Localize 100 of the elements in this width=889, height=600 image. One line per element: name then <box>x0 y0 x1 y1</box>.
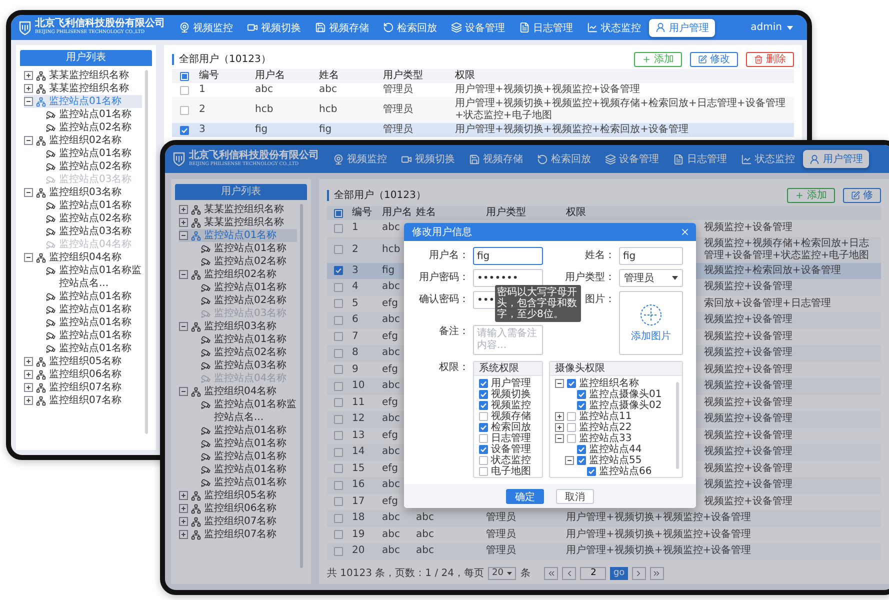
table-cell-text: abc <box>381 511 401 526</box>
table-cell-text: hcb <box>381 242 402 256</box>
table-cell-text: 视频监控+设备管理 <box>703 478 794 492</box>
table-cell-text: abc <box>381 346 401 360</box>
table-cell-text: 9 <box>351 362 360 377</box>
table-cell-text: 管理员 <box>485 544 517 558</box>
column-header: 用户名 <box>381 206 413 220</box>
table-cell-text: fig <box>254 123 269 137</box>
table-cell-text: 12 <box>351 412 366 426</box>
table-cell-text: abc <box>381 412 401 426</box>
table-cell-text: abc <box>381 280 401 294</box>
table-cell-text: efg <box>381 362 400 377</box>
table-cell-text: 视频监控+设备管理 <box>703 362 794 377</box>
table-cell-text: 用户管理+视频切换+视频监控+设备管理 <box>565 528 752 542</box>
table-cell-text: 14 <box>351 445 366 460</box>
table-cell-text: 5 <box>351 296 360 311</box>
table-cell-text: efg <box>381 428 400 443</box>
page-size-unit: 条 <box>520 567 530 580</box>
table-cell-text: 17 <box>351 494 366 509</box>
company-name: 北京飞利信科技股份有限公司 <box>35 19 165 30</box>
table-cell-text: 管理员 <box>382 83 414 97</box>
table-cell-text: abc <box>415 511 435 526</box>
panel-heading: 系统权限 <box>474 362 542 376</box>
table-cell-text: 视频监控+设备管理 <box>703 330 794 344</box>
table-cell-text: 视频监控+设备管理 <box>703 445 794 460</box>
table-cell-text: abc <box>381 379 401 394</box>
table-cell-text: abc <box>415 544 435 558</box>
company-name: 北京飞利信科技股份有限公司 <box>189 150 319 161</box>
table-cell-text: hcb <box>254 103 274 117</box>
table-cell-text: 用户管理+视频切换+视频监控+设备管理 <box>565 511 752 526</box>
table-cell-text: hcb <box>318 103 338 117</box>
table-cell-text: 用户管理+视频切换+视频监控+检索回放+设备管理 <box>454 123 690 137</box>
column-header: 编号 <box>351 206 373 220</box>
table-cell-text: 管理员 <box>382 123 414 137</box>
permission-label: 日志管理 <box>491 433 531 444</box>
table-cell-text: 索回放+设备管理+日志管理 <box>703 296 832 311</box>
password-hint-tooltip: 密码以大写字母开头，包含字母和数字，至少8位。 <box>495 285 581 322</box>
table-cell-text: 用户管理+视频切换+视频监控+设备管理 <box>565 544 752 558</box>
table-cell-text: abc <box>381 478 401 492</box>
table-cell-text: fig <box>318 123 333 137</box>
table-cell-text: 1 <box>198 83 206 97</box>
column-header: 姓名 <box>318 69 340 83</box>
permission-label: 用户管理 <box>491 378 531 389</box>
field-label: 用户密码： <box>419 270 469 285</box>
page-summary: 共 10123 条，页数：1 / 24，每页 <box>327 566 484 580</box>
table-cell-text: 13 <box>351 428 366 443</box>
permission-label: 视频存储 <box>491 411 531 422</box>
table-cell-text: 19 <box>351 528 366 542</box>
sidebar-title: 用户列表 <box>175 184 307 200</box>
table-cell-text: 3 <box>351 264 360 278</box>
table-cell-text: 视频监控+设备管理 <box>703 346 794 360</box>
permission-label: 视频监控 <box>491 400 531 411</box>
table-cell-text: 7 <box>351 330 360 344</box>
column-header: 编号 <box>198 69 220 83</box>
table-cell-text: 视频监控+设备管理 <box>703 396 794 410</box>
table-cell-text: 用户管理+视频切换+视频监控+视频存储+检索回放+日志管理+设备管理+状态监控+电子地图 <box>454 97 786 123</box>
sidebar-title: 用户列表 <box>20 50 152 66</box>
table-cell-text: abc <box>381 221 401 236</box>
permission-label: 监控组织名称 <box>579 378 639 389</box>
table-cell-text: 1 <box>351 221 360 236</box>
permission-label: 监控站点44 <box>589 444 642 455</box>
table-cell-text: 3 <box>198 123 206 137</box>
table-cell-text: 视频监控+设备管理 <box>703 428 794 443</box>
field-label: 姓名： <box>585 249 615 263</box>
column-header: 姓名 <box>415 206 437 220</box>
table-cell-text: 视频监控+设备管理 <box>703 494 794 509</box>
table-cell-text: 视频监控+设备管理 <box>703 379 794 394</box>
field-label: 图片： <box>585 292 615 307</box>
field-label: 用户名： <box>429 248 469 263</box>
table-cell-text: efg <box>381 296 400 311</box>
table-cell-text: 4 <box>351 280 360 294</box>
permission-label: 监控站点66 <box>599 466 652 477</box>
column-header: 用户名 <box>254 69 286 83</box>
column-header: 权限 <box>454 69 476 83</box>
table-cell-text: abc <box>254 83 274 97</box>
table-cell-text: 视频监控+设备管理 <box>703 221 794 236</box>
table-cell-text: 11 <box>351 396 366 410</box>
table-cell-text: efg <box>381 462 400 476</box>
table-cell-text: abc <box>415 528 435 542</box>
table-cell-text: abc <box>381 313 401 328</box>
table-cell-text: 2 <box>351 242 360 256</box>
table-cell-text: fig <box>381 264 396 278</box>
dialog-title: 修改用户信息 <box>412 226 472 239</box>
panel-heading: 摄像头权限 <box>550 362 682 376</box>
table-cell-text: 管理员 <box>485 528 517 542</box>
table-cell-text: abc <box>381 528 401 542</box>
table-cell-text: 视频监控+设备管理 <box>703 280 794 294</box>
field-label: 备注： <box>439 325 469 339</box>
table-cell-text: efg <box>381 396 400 410</box>
column-header: 用户类型 <box>485 206 527 220</box>
field-label: 确认密码： <box>419 292 469 307</box>
permission-label: 电子地图 <box>491 466 531 477</box>
table-cell-text: efg <box>381 330 400 344</box>
table-cell-text: 6 <box>351 313 360 328</box>
table-cell-text: 视频监控+视频存储+检索回放+日志管理+设备管理+状态监控+电子地图 <box>703 236 870 262</box>
field-label: 用户类型： <box>565 270 615 285</box>
table-cell-text: 用户管理+视频切换+视频监控+设备管理 <box>454 83 642 97</box>
table-cell-text: 10 <box>351 379 366 394</box>
permission-label: 监控点摄像头02 <box>589 400 662 411</box>
permission-label: 设备管理 <box>491 444 531 455</box>
